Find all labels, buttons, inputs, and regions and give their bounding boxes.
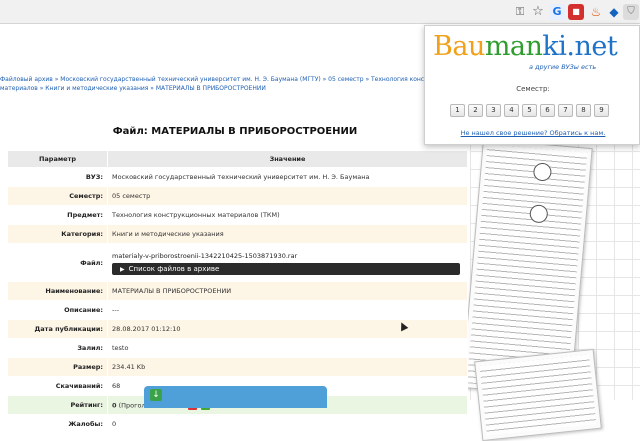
table-row: Жалобы: 0 [7, 414, 468, 434]
university-link[interactable]: Московский государственный технический у… [107, 167, 468, 187]
file-name: materialy-v-priborostroenii-1342210425-1… [112, 252, 298, 260]
row-label: Файл: [7, 243, 108, 282]
semester-button-3[interactable]: 3 [486, 104, 501, 117]
semester-button-9[interactable]: 9 [594, 104, 609, 117]
row-label: Предмет: [7, 205, 108, 225]
table-row: Файл: materialy-v-priborostroenii-134221… [7, 243, 468, 282]
row-label: Размер: [7, 357, 108, 377]
download-icon: ↓ [150, 389, 162, 401]
row-label: ВУЗ: [7, 167, 108, 187]
row-label: Описание: [7, 300, 108, 320]
blue-extension-icon[interactable]: ◆ [606, 4, 622, 20]
row-value: 234.41 Kb [107, 357, 468, 377]
semester-button-5[interactable]: 5 [522, 104, 537, 117]
logo-slogan: а другие ВУЗы есть [529, 63, 597, 71]
row-value: 28.08.2017 01:12:10 [107, 319, 468, 339]
row-label: Дата публикации: [7, 319, 108, 339]
row-label: Залил: [7, 338, 108, 358]
column-header-param: Параметр [7, 150, 108, 168]
star-icon[interactable]: ☆ [530, 4, 546, 20]
breadcrumb[interactable]: Файловый архив » Московский государствен… [0, 75, 470, 93]
semester-button-6[interactable]: 6 [540, 104, 555, 117]
row-label: Категория: [7, 224, 108, 244]
row-label: Семестр: [7, 186, 108, 206]
table-row: ВУЗ: Московский государственный техничес… [7, 167, 468, 187]
table-row: Размер: 234.41 Kb [7, 357, 468, 377]
column-header-value: Значение [107, 150, 468, 168]
category-link[interactable]: Книги и методические указания [107, 224, 468, 244]
row-value: --- [107, 300, 468, 320]
table-row: Категория: Книги и методические указания [7, 224, 468, 244]
row-label: Наименование: [7, 281, 108, 301]
table-row: Наименование: МАТЕРИАЛЫ В ПРИБОРОСТРОЕНИ… [7, 281, 468, 301]
triangle-right-icon: ▶ [120, 266, 125, 273]
fire-extension-icon[interactable]: ♨ [588, 4, 604, 20]
archive-button-label: Список файлов в архиве [128, 265, 220, 273]
help-link[interactable]: Не нашел свое решение? Обратись к нам. [425, 129, 640, 137]
semester-button-4[interactable]: 4 [504, 104, 519, 117]
document-preview-image-2 [474, 348, 602, 441]
browser-toolbar: ⚿ ☆ G ■ ♨ ◆ ⛉ [0, 0, 640, 24]
row-value: МАТЕРИАЛЫ В ПРИБОРОСТРОЕНИИ [107, 281, 468, 301]
subject-link[interactable]: Технология конструкционных материалов (Т… [107, 205, 468, 225]
semester-buttons: 1 2 3 4 5 6 7 8 9 [450, 104, 620, 117]
semester-button-2[interactable]: 2 [468, 104, 483, 117]
table-row: Предмет: Технология конструкционных мате… [7, 205, 468, 225]
row-value: 0 [107, 414, 468, 434]
table-row: Семестр: 05 семестр [7, 186, 468, 206]
page-title: Файл: МАТЕРИАЛЫ В ПРИБОРОСТРОЕНИИ [112, 126, 358, 137]
table-row: Залил: testo [7, 338, 468, 358]
download-button[interactable]: ↓ [144, 386, 327, 408]
row-label: Жалобы: [7, 414, 108, 434]
red-extension-icon[interactable]: ■ [568, 4, 584, 20]
row-label: Скачиваний: [7, 376, 108, 396]
baumanki-logo[interactable]: Baumanki.net [433, 31, 618, 63]
semester-button-8[interactable]: 8 [576, 104, 591, 117]
semester-button-7[interactable]: 7 [558, 104, 573, 117]
uploader-link[interactable]: testo [107, 338, 468, 358]
table-row: Описание: --- [7, 300, 468, 320]
file-cell: materialy-v-priborostroenii-1342210425-1… [107, 243, 468, 282]
semester-link[interactable]: 05 семестр [107, 186, 468, 206]
key-icon[interactable]: ⚿ [512, 4, 528, 20]
semester-button-1[interactable]: 1 [450, 104, 465, 117]
semester-label: Семестр: [516, 85, 550, 93]
baumanki-extension-icon[interactable]: ⛉ [623, 4, 639, 20]
translate-icon[interactable]: G [549, 4, 565, 20]
extension-popup: Baumanki.net а другие ВУЗы есть Семестр:… [424, 25, 640, 145]
archive-file-list-button[interactable]: ▶ Список файлов в архиве [112, 263, 460, 275]
row-label: Рейтинг: [7, 395, 108, 415]
